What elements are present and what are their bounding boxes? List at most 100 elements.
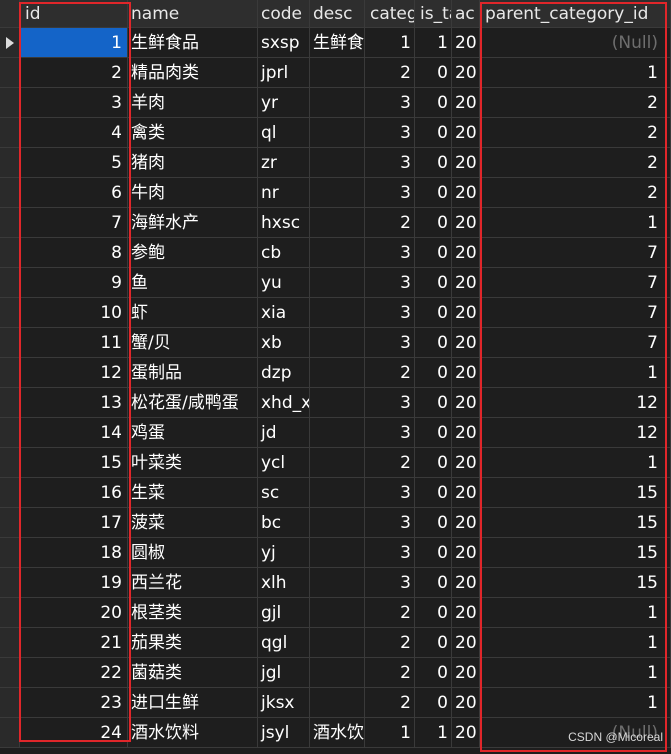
cell-parent-category-id[interactable]: 2 <box>480 88 671 118</box>
table-row[interactable]: 8 参鲍 cb 3 0 20 7 <box>0 238 671 268</box>
cell-category-type[interactable]: 2 <box>365 598 415 628</box>
cell-code[interactable]: jgl <box>258 658 310 688</box>
cell-name[interactable]: 羊肉 <box>128 88 258 118</box>
table-row[interactable]: 22 菌菇类 jgl 2 0 20 1 <box>0 658 671 688</box>
table-row[interactable]: 10 虾 xia 3 0 20 7 <box>0 298 671 328</box>
cell-desc[interactable] <box>310 178 365 208</box>
cell-category-type[interactable]: 2 <box>365 628 415 658</box>
row-indicator[interactable] <box>0 178 20 208</box>
cell-parent-category-id[interactable]: 12 <box>480 388 671 418</box>
cell-add-time[interactable]: 20 <box>452 478 480 508</box>
cell-is-tab[interactable]: 0 <box>415 448 452 478</box>
table-row[interactable]: 3 羊肉 yr 3 0 20 2 <box>0 88 671 118</box>
row-indicator[interactable] <box>0 118 20 148</box>
cell-category-type[interactable]: 3 <box>365 328 415 358</box>
cell-parent-category-id[interactable]: 2 <box>480 178 671 208</box>
cell-id[interactable]: 5 <box>20 148 128 178</box>
cell-parent-category-id[interactable]: 1 <box>480 658 671 688</box>
cell-is-tab[interactable]: 0 <box>415 238 452 268</box>
cell-name[interactable]: 叶菜类 <box>128 448 258 478</box>
cell-is-tab[interactable]: 0 <box>415 148 452 178</box>
cell-code[interactable]: cb <box>258 238 310 268</box>
cell-name[interactable]: 鸡蛋 <box>128 418 258 448</box>
cell-code[interactable]: ql <box>258 118 310 148</box>
cell-add-time[interactable]: 20 <box>452 658 480 688</box>
cell-code[interactable]: jsyl <box>258 718 310 748</box>
cell-name[interactable]: 生菜 <box>128 478 258 508</box>
cell-parent-category-id[interactable]: 1 <box>480 358 671 388</box>
cell-code[interactable]: sc <box>258 478 310 508</box>
column-header-category-type[interactable]: categ <box>365 0 415 28</box>
table-row[interactable]: 23 进口生鲜 jksx 2 0 20 1 <box>0 688 671 718</box>
cell-code[interactable]: jd <box>258 418 310 448</box>
row-indicator[interactable] <box>0 478 20 508</box>
cell-name[interactable]: 鱼 <box>128 268 258 298</box>
cell-name[interactable]: 西兰花 <box>128 568 258 598</box>
cell-code[interactable]: jksx <box>258 688 310 718</box>
cell-desc[interactable] <box>310 238 365 268</box>
cell-name[interactable]: 圆椒 <box>128 538 258 568</box>
cell-name[interactable]: 酒水饮料 <box>128 718 258 748</box>
cell-name[interactable]: 根茎类 <box>128 598 258 628</box>
column-header-parent-category-id[interactable]: parent_category_id <box>480 0 671 28</box>
cell-add-time[interactable]: 20 <box>452 388 480 418</box>
cell-code[interactable]: ycl <box>258 448 310 478</box>
cell-name[interactable]: 茄果类 <box>128 628 258 658</box>
row-indicator[interactable] <box>0 658 20 688</box>
cell-code[interactable]: hxsc <box>258 208 310 238</box>
cell-category-type[interactable]: 3 <box>365 268 415 298</box>
row-indicator[interactable] <box>0 568 20 598</box>
cell-name[interactable]: 蛋制品 <box>128 358 258 388</box>
cell-id[interactable]: 1 <box>20 28 128 58</box>
cell-desc[interactable] <box>310 58 365 88</box>
cell-is-tab[interactable]: 0 <box>415 358 452 388</box>
cell-is-tab[interactable]: 0 <box>415 58 452 88</box>
table-row[interactable]: 15 叶菜类 ycl 2 0 20 1 <box>0 448 671 478</box>
cell-add-time[interactable]: 20 <box>452 448 480 478</box>
cell-desc[interactable] <box>310 268 365 298</box>
cell-code[interactable]: yr <box>258 88 310 118</box>
cell-code[interactable]: bc <box>258 508 310 538</box>
row-indicator[interactable] <box>0 208 20 238</box>
cell-id[interactable]: 22 <box>20 658 128 688</box>
table-row[interactable]: 20 根茎类 gjl 2 0 20 1 <box>0 598 671 628</box>
cell-id[interactable]: 19 <box>20 568 128 598</box>
cell-id[interactable]: 10 <box>20 298 128 328</box>
row-indicator[interactable] <box>0 58 20 88</box>
cell-category-type[interactable]: 2 <box>365 358 415 388</box>
cell-id[interactable]: 14 <box>20 418 128 448</box>
table-row[interactable]: 4 禽类 ql 3 0 20 2 <box>0 118 671 148</box>
cell-category-type[interactable]: 2 <box>365 688 415 718</box>
cell-code[interactable]: yj <box>258 538 310 568</box>
cell-add-time[interactable]: 20 <box>452 58 480 88</box>
cell-category-type[interactable]: 1 <box>365 718 415 748</box>
cell-code[interactable]: nr <box>258 178 310 208</box>
cell-desc[interactable] <box>310 388 365 418</box>
cell-desc[interactable] <box>310 358 365 388</box>
cell-is-tab[interactable]: 0 <box>415 268 452 298</box>
cell-name[interactable]: 精品肉类 <box>128 58 258 88</box>
cell-code[interactable]: dzp <box>258 358 310 388</box>
row-indicator[interactable] <box>0 538 20 568</box>
cell-parent-category-id[interactable]: 7 <box>480 298 671 328</box>
cell-is-tab[interactable]: 0 <box>415 568 452 598</box>
cell-parent-category-id[interactable]: 15 <box>480 508 671 538</box>
cell-add-time[interactable]: 20 <box>452 28 480 58</box>
cell-is-tab[interactable]: 0 <box>415 298 452 328</box>
cell-category-type[interactable]: 3 <box>365 418 415 448</box>
cell-desc[interactable] <box>310 538 365 568</box>
cell-parent-category-id[interactable]: 12 <box>480 418 671 448</box>
cell-parent-category-id[interactable]: 7 <box>480 268 671 298</box>
cell-desc[interactable]: 生鲜食 <box>310 28 365 58</box>
cell-is-tab[interactable]: 0 <box>415 418 452 448</box>
cell-desc[interactable] <box>310 328 365 358</box>
cell-category-type[interactable]: 3 <box>365 298 415 328</box>
cell-desc[interactable] <box>310 298 365 328</box>
cell-id[interactable]: 3 <box>20 88 128 118</box>
cell-parent-category-id[interactable]: 15 <box>480 538 671 568</box>
cell-id[interactable]: 20 <box>20 598 128 628</box>
cell-parent-category-id[interactable]: 15 <box>480 478 671 508</box>
table-row[interactable]: 7 海鲜水产 hxsc 2 0 20 1 <box>0 208 671 238</box>
cell-category-type[interactable]: 3 <box>365 568 415 598</box>
cell-category-type[interactable]: 3 <box>365 118 415 148</box>
